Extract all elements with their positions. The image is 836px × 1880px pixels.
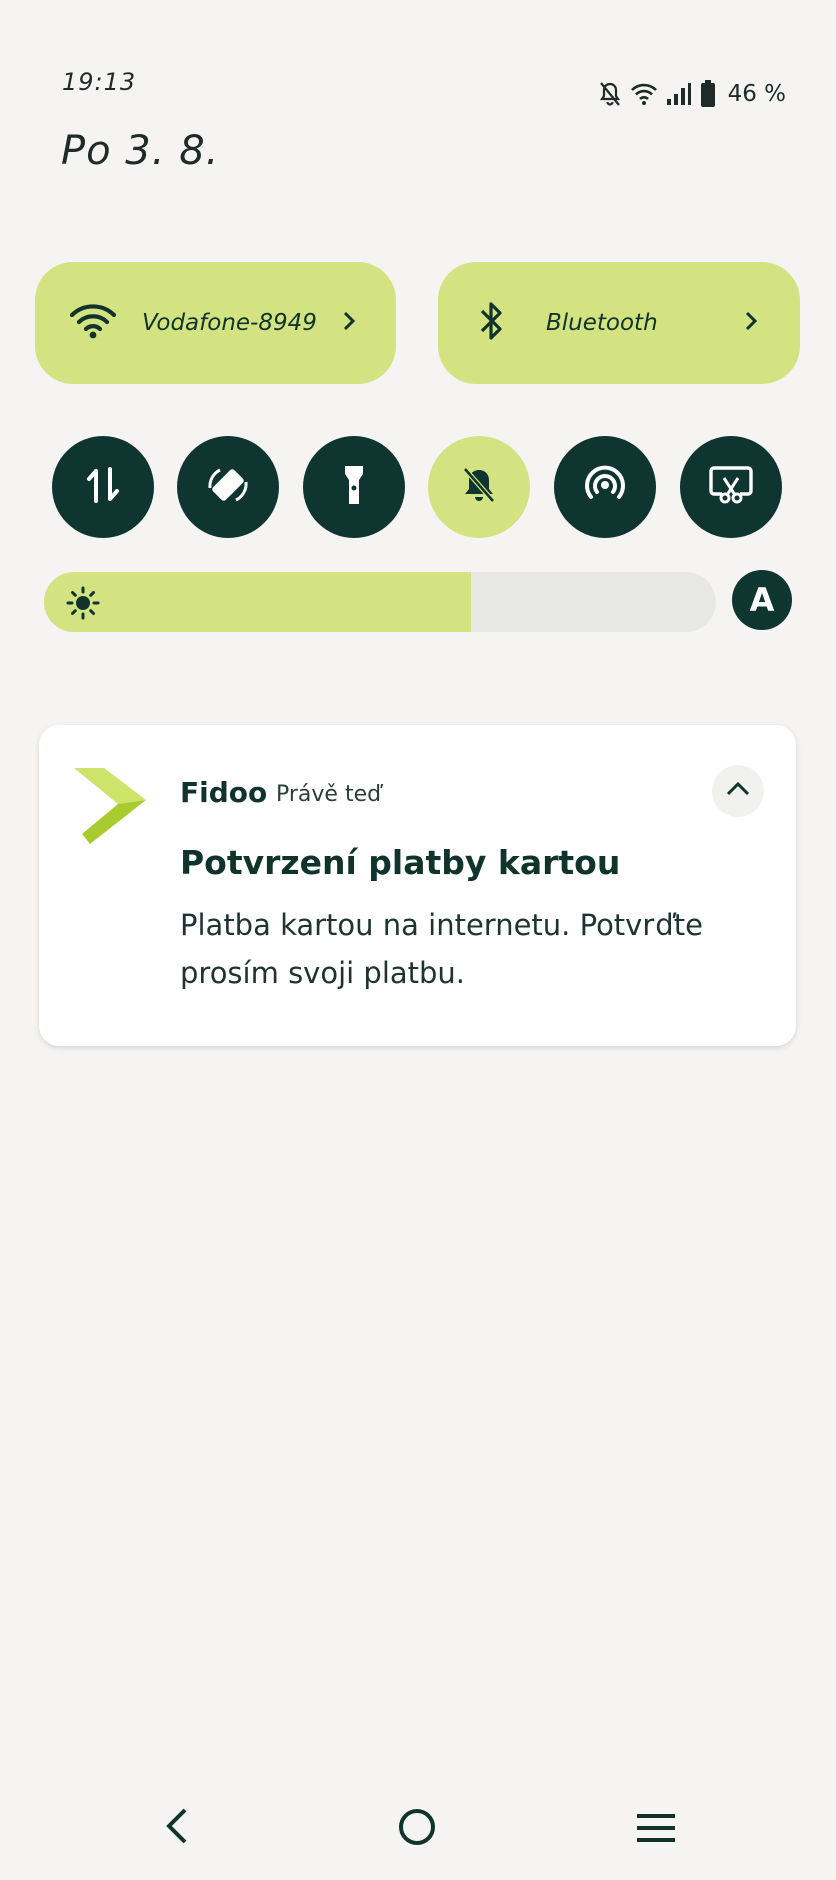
date-label: Po 3. 8. — [61, 128, 220, 174]
notification-title: Potvrzení platby kartou — [180, 843, 621, 882]
bell-off-icon — [598, 81, 622, 107]
chevron-right-icon — [744, 310, 758, 336]
do-not-disturb-toggle[interactable] — [428, 436, 530, 538]
bluetooth-tile[interactable]: Bluetooth — [438, 262, 800, 384]
wifi-network-label: Vodafone-8949 — [142, 310, 317, 336]
hotspot-icon — [582, 462, 628, 512]
status-icons: 46 % — [598, 80, 786, 108]
do-not-disturb-icon — [461, 466, 497, 508]
notification-app-name: Fidoo — [180, 776, 268, 809]
hotspot-toggle[interactable] — [554, 436, 656, 538]
wifi-icon — [630, 82, 658, 106]
battery-percent: 46 % — [727, 81, 786, 107]
auto-rotate-icon — [205, 462, 251, 512]
back-icon[interactable] — [163, 1806, 189, 1850]
screen-cast-icon — [708, 464, 754, 510]
chevron-up-icon — [725, 781, 751, 801]
notification-time: Právě teď — [276, 782, 382, 807]
auto-brightness-button[interactable]: A — [732, 570, 792, 630]
bluetooth-label: Bluetooth — [546, 310, 658, 336]
home-icon[interactable] — [398, 1808, 436, 1850]
screen-cast-toggle[interactable] — [680, 436, 782, 538]
mobile-data-toggle[interactable] — [52, 436, 154, 538]
flashlight-toggle[interactable] — [303, 436, 405, 538]
battery-icon — [700, 80, 716, 108]
sun-icon — [66, 586, 100, 624]
mobile-data-icon — [84, 465, 122, 509]
bluetooth-icon — [478, 299, 506, 347]
wifi-tile[interactable]: Vodafone-8949 — [35, 262, 396, 384]
auto-rotate-toggle[interactable] — [177, 436, 279, 538]
wifi-icon — [69, 302, 117, 344]
clock: 19:13 — [62, 68, 137, 96]
notification-card[interactable] — [39, 725, 796, 1046]
signal-icon — [666, 82, 692, 106]
brightness-slider-fill[interactable] — [44, 572, 471, 632]
menu-icon[interactable] — [637, 1812, 675, 1848]
brightness-slider[interactable] — [44, 572, 716, 632]
chevron-right-icon — [342, 310, 356, 336]
fidoo-logo-icon — [74, 768, 146, 852]
notification-body: Platba kartou na internetu. Potvrďte pro… — [180, 908, 703, 990]
flashlight-icon — [341, 464, 367, 510]
notification-expand-button[interactable] — [712, 765, 764, 817]
quick-settings-row — [52, 436, 782, 540]
